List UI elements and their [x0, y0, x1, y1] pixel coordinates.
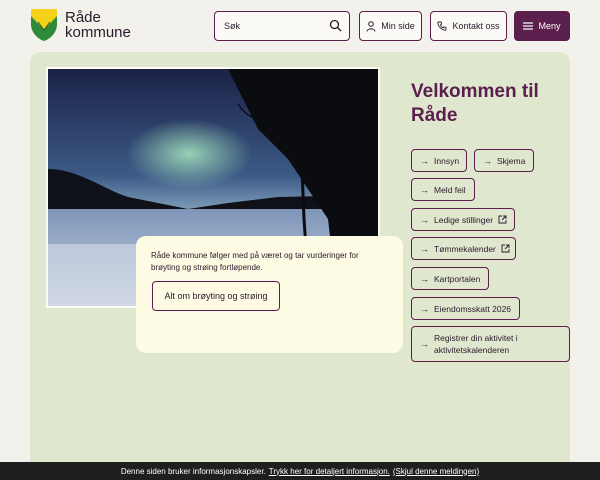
- min-side-label: Min side: [381, 21, 415, 31]
- user-icon: [366, 20, 376, 32]
- phone-icon: [437, 21, 447, 31]
- quick-link-ledige-stillinger[interactable]: → Ledige stillinger: [411, 208, 515, 231]
- cookie-hide-link[interactable]: (Skjul denne meldingen): [393, 467, 479, 476]
- arrow-right-icon: →: [483, 155, 492, 166]
- kontakt-oss-label: Kontakt oss: [452, 21, 500, 31]
- quick-link-label: Kartportalen: [434, 273, 481, 284]
- hamburger-icon: [523, 22, 534, 30]
- quick-link-label: Eiendomsskatt 2026: [434, 303, 512, 314]
- quick-link-innsyn[interactable]: → Innsyn: [411, 149, 467, 172]
- quick-link-label: Innsyn: [434, 155, 460, 166]
- quick-link-tommekalender[interactable]: → Tømmekalender: [411, 237, 516, 260]
- quick-link-label: Meld feil: [434, 184, 466, 195]
- quick-link-eiendomsskatt[interactable]: → Eiendomsskatt 2026: [411, 297, 520, 320]
- arrow-right-icon: →: [420, 273, 429, 284]
- quick-link-label: Skjema: [497, 155, 526, 166]
- logo[interactable]: Råde kommune: [30, 8, 131, 42]
- arrow-right-icon: →: [420, 303, 429, 314]
- welcome-title: Velkommen til Råde: [411, 81, 539, 126]
- cookie-bar: Denne siden bruker informasjonskapsler. …: [0, 462, 600, 480]
- quick-link-aktivitetskalender[interactable]: → Registrer din aktivitet i aktivitetska…: [411, 326, 570, 362]
- quick-link-label: Ledige stillinger: [434, 214, 494, 225]
- arrow-right-icon: →: [420, 184, 429, 195]
- search-input[interactable]: [215, 21, 325, 31]
- menu-button[interactable]: Meny: [514, 11, 570, 41]
- quick-link-label: Registrer din aktivitet i aktivitetskale…: [434, 333, 518, 355]
- menu-label: Meny: [538, 21, 561, 31]
- logo-line-2: kommune: [65, 24, 131, 41]
- quick-link-kartportalen[interactable]: → Kartportalen: [411, 267, 489, 290]
- min-side-button[interactable]: Min side: [359, 11, 422, 41]
- search-icon[interactable]: [329, 19, 342, 32]
- arrow-right-icon: →: [420, 155, 429, 166]
- external-link-icon: [501, 244, 510, 253]
- arrow-right-icon: →: [420, 243, 429, 254]
- arrow-right-icon: →: [420, 214, 429, 225]
- logo-line-1: Råde: [65, 9, 101, 26]
- quick-link-skjema[interactable]: → Skjema: [474, 149, 534, 172]
- snow-clearing-button[interactable]: Alt om brøyting og strøing: [152, 281, 280, 311]
- coat-of-arms-icon: [31, 9, 57, 41]
- arrow-right-icon: →: [420, 339, 429, 349]
- info-text: Råde kommune følger med på været og tar …: [151, 251, 359, 272]
- logo-text: Råde kommune: [65, 10, 131, 40]
- site-header: Råde kommune Min side Kontakt oss Meny: [0, 0, 600, 50]
- cookie-details-link[interactable]: Trykk her for detaljert informasjon.: [269, 467, 390, 476]
- kontakt-oss-button[interactable]: Kontakt oss: [430, 11, 507, 41]
- quick-link-meld-feil[interactable]: → Meld feil: [411, 178, 475, 201]
- search-box[interactable]: [214, 11, 350, 41]
- cookie-text: Denne siden bruker informasjonskapsler.: [120, 466, 266, 476]
- quick-link-label: Tømmekalender: [434, 243, 496, 254]
- info-box: Råde kommune følger med på været og tar …: [136, 236, 403, 353]
- external-link-icon: [498, 215, 507, 224]
